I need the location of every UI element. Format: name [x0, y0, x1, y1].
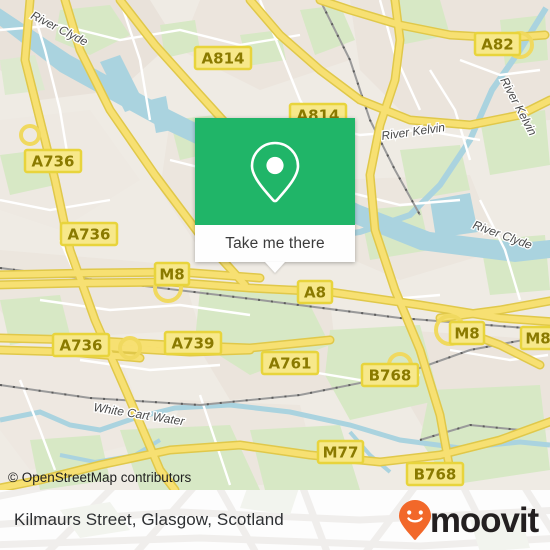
- road-shield-label: A761: [269, 355, 312, 373]
- road-shield: A736: [51, 332, 111, 358]
- moovit-map-page: River Clyde River Kelvin River Kelvin River…: [0, 0, 550, 550]
- popup-action-bar[interactable]: Take me there: [195, 225, 355, 262]
- osm-attribution: © OpenStreetMap contributors: [8, 470, 192, 485]
- road-shield-label: A82: [481, 36, 513, 54]
- road-shield: A736: [59, 221, 119, 247]
- road-shield-label: M77: [323, 444, 359, 462]
- road-shield-label: M8: [454, 325, 479, 343]
- road-shield-label: A739: [172, 335, 215, 353]
- road-shield: B768: [360, 362, 420, 388]
- road-shield: M8: [153, 261, 191, 287]
- road-shield-label: M8: [525, 330, 550, 348]
- road-shield: M8: [519, 325, 550, 351]
- road-shield-label: B768: [369, 367, 412, 385]
- road-shield: B768: [405, 461, 465, 487]
- road-shield-label: A736: [32, 153, 75, 171]
- footer-bar: Kilmaurs Street, Glasgow, Scotland moovi…: [0, 490, 550, 550]
- road-shield: A736: [23, 148, 83, 174]
- moovit-wordmark: moovit: [429, 500, 539, 540]
- road-shield: M77: [316, 439, 365, 465]
- moovit-logo[interactable]: moovit: [398, 499, 539, 541]
- take-me-there-label: Take me there: [225, 234, 325, 252]
- road-shield: A814: [193, 45, 253, 71]
- road-shield-label: A8: [304, 284, 326, 302]
- road-shield: A82: [473, 31, 522, 57]
- road-shield: A761: [260, 350, 320, 376]
- road-shield-label: A814: [202, 50, 245, 68]
- road-shield-label: M8: [159, 266, 184, 284]
- road-shield-label: A736: [60, 337, 103, 355]
- location-popup[interactable]: Take me there: [195, 118, 355, 273]
- road-shield-label: B768: [414, 466, 457, 484]
- map-pin-icon: [250, 141, 300, 202]
- popup-tail: [265, 262, 285, 273]
- place-title: Kilmaurs Street, Glasgow, Scotland: [14, 510, 284, 529]
- road-shield: A8: [296, 279, 334, 305]
- popup-header: [195, 118, 355, 225]
- road-shield: A739: [163, 330, 223, 356]
- moovit-pin-icon: [398, 500, 431, 540]
- road-shield: M8: [448, 320, 486, 346]
- road-shield-label: A736: [68, 226, 111, 244]
